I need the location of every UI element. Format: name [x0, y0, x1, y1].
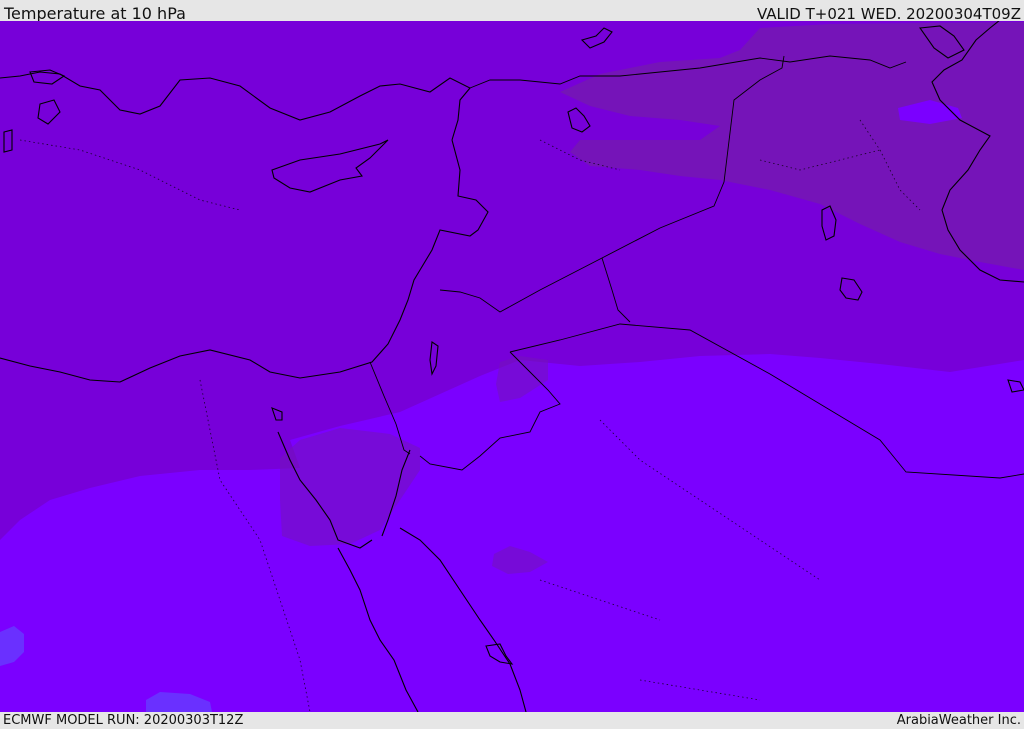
model-run: ECMWF MODEL RUN: 20200303T12Z [3, 713, 244, 728]
header-bar: Temperature at 10 hPa VALID T+021 WED. 2… [0, 0, 1024, 23]
footer-bar: ECMWF MODEL RUN: 20200303T12Z ArabiaWeat… [0, 712, 1024, 729]
brand-label: ArabiaWeather Inc. [896, 713, 1021, 728]
map-frame: Temperature at 10 hPa VALID T+021 WED. 2… [0, 0, 1024, 729]
map-area [0, 21, 1024, 712]
temperature-map [0, 21, 1024, 712]
